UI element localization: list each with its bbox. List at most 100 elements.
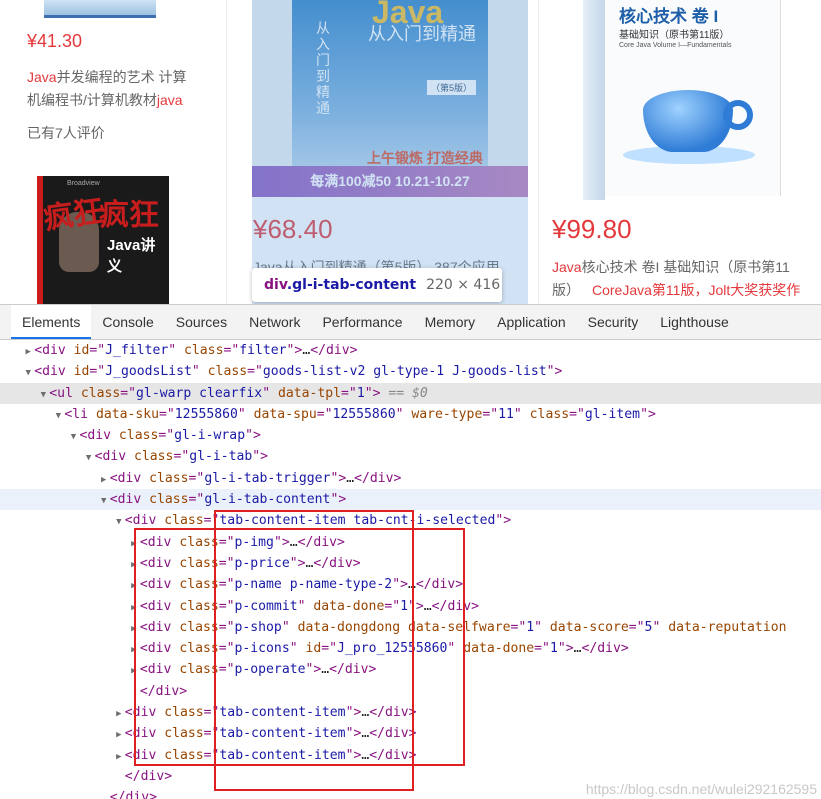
dom-node-row[interactable]: ▶ <div class="p-price">…</div> xyxy=(0,553,821,574)
dom-node-row[interactable]: ▶ <div class="p-operate">…</div> xyxy=(0,659,821,680)
collapsed-arrow-icon[interactable]: ▶ xyxy=(113,747,125,768)
tag-token: " xyxy=(262,385,278,401)
tab-lighthouse[interactable]: Lighthouse xyxy=(649,305,740,339)
dom-node-row[interactable]: ▼ <div id="J_goodsList" class="goods-list… xyxy=(0,361,821,382)
tag-token: =" xyxy=(120,385,137,401)
attr-name: id xyxy=(73,364,90,380)
attr-name: class xyxy=(164,747,204,763)
product-image[interactable]: Java 从入门到精通 从入门到精通 （第5版） 上午锻炼 打造经典 每满100… xyxy=(252,0,528,197)
product-price: ¥99.80 xyxy=(552,214,632,244)
dom-node-row[interactable]: ▼ <li data-sku="12555860" data-spu="12555… xyxy=(0,404,821,425)
comment-count-link[interactable]: 已有7人评价 xyxy=(27,123,105,143)
tab-application[interactable]: Application xyxy=(486,305,577,339)
collapsed-arrow-icon[interactable]: ▶ xyxy=(128,640,140,661)
dom-node-row[interactable]: ▶ <div class="p-img">…</div> xyxy=(0,532,821,553)
dom-node-row[interactable]: ▶ <div class="tab-content-item">…</div> xyxy=(0,702,821,723)
dom-node-row[interactable]: ▼ <div class="gl-i-tab-content"> xyxy=(0,489,821,512)
expanded-arrow-icon[interactable]: ▼ xyxy=(68,427,80,448)
dom-node-row[interactable]: ▶ <div class="p-shop" data-dongdong data-… xyxy=(0,617,821,638)
tag-token: "> xyxy=(495,513,512,529)
attr-name: class xyxy=(529,406,570,422)
tag-token: =" xyxy=(158,428,175,444)
dom-node-row[interactable]: ▶ <div class="gl-i-tab-trigger">…</div> xyxy=(0,468,821,489)
collapsed-arrow-icon[interactable]: ▶ xyxy=(128,661,140,682)
tab-memory[interactable]: Memory xyxy=(414,305,487,339)
dom-node-row[interactable]: </div> xyxy=(0,681,821,702)
attr-value: 1 xyxy=(549,641,558,657)
attr-name: class xyxy=(207,364,248,380)
dom-node-row[interactable]: ▶ <div class="p-icons" id="J_pro_12555860… xyxy=(0,638,821,659)
product-name-text: 版） xyxy=(552,282,580,298)
product-grid: ¥41.30 Java并发编程的艺术 计算 机编程书/计算机教材java 已有7… xyxy=(0,0,821,304)
tab-elements[interactable]: Elements xyxy=(11,305,92,339)
collapsed-arrow-icon[interactable]: ▶ xyxy=(22,342,34,363)
expanded-arrow-icon[interactable]: ▼ xyxy=(37,385,49,406)
tag-token: <div xyxy=(109,470,150,486)
cover-edition: （第5版） xyxy=(427,80,477,95)
expanded-arrow-icon[interactable]: ▼ xyxy=(113,512,125,533)
attr-value: gl-i-wrap xyxy=(174,428,246,444)
attr-name: class xyxy=(164,513,204,529)
attr-name: data-done xyxy=(463,641,535,657)
tag-token: "> xyxy=(330,470,347,486)
tag-token: </div> xyxy=(329,662,377,678)
expanded-arrow-icon[interactable]: ▼ xyxy=(98,491,110,512)
collapsed-arrow-icon[interactable]: ▶ xyxy=(128,534,140,555)
tab-security[interactable]: Security xyxy=(577,305,650,339)
attr-name: class xyxy=(149,470,189,486)
tab-performance[interactable]: Performance xyxy=(311,305,413,339)
dom-node-row[interactable]: ▼ <ul class="gl-warp clearfix" data-tpl="… xyxy=(0,382,821,406)
attr-value: p-operate xyxy=(234,662,306,678)
promo-banner: 每满100减50 10.21-10.27 xyxy=(252,166,528,197)
dom-node-row[interactable]: ▶ <div class="p-name p-name-type-2">…</di… xyxy=(0,574,821,595)
collapsed-arrow-icon[interactable]: ▶ xyxy=(98,470,110,491)
tag-token: "> xyxy=(289,555,306,571)
tag-token: </div> xyxy=(297,534,345,550)
collapsed-arrow-icon[interactable]: ▶ xyxy=(128,619,140,640)
collapsed-arrow-icon[interactable]: ▶ xyxy=(128,555,140,576)
tag-token: =" xyxy=(628,619,645,635)
expanded-arrow-icon[interactable]: ▼ xyxy=(22,363,34,384)
ellipsis: … xyxy=(321,662,330,678)
collapsed-arrow-icon[interactable]: ▶ xyxy=(128,576,140,597)
tooltip-class: .gl-i-tab-content xyxy=(286,277,417,293)
cover-english-title: Core Java Volume I—Fundamentals xyxy=(619,42,732,49)
collapsed-arrow-icon[interactable]: ▶ xyxy=(128,598,140,619)
tag-token: =" xyxy=(218,555,235,571)
cup-handle xyxy=(723,100,753,130)
ellipsis: … xyxy=(573,641,582,657)
attr-name: id xyxy=(73,343,90,358)
collapsed-arrow-icon[interactable]: ▶ xyxy=(113,704,125,725)
tag-token: "> xyxy=(245,428,261,444)
tag-token xyxy=(400,620,408,635)
dom-node-row[interactable]: ▼ <div class="gl-i-tab"> xyxy=(0,446,821,467)
attr-name: data-sku xyxy=(95,406,160,422)
expanded-arrow-icon[interactable]: ▼ xyxy=(52,406,64,427)
tag-token: <div xyxy=(124,747,165,763)
product-name-link[interactable]: Java核心技术 卷I 基础知识（原书第11 版） CoreJava第11版，Jo… xyxy=(552,256,820,302)
product-image[interactable]: Broadview 疯狂 疯狂 Java讲义 xyxy=(37,176,169,304)
tag-token: " xyxy=(297,598,314,614)
tab-sources[interactable]: Sources xyxy=(165,305,238,339)
dom-node-row[interactable]: ▶ <div id="J_filter" class="filter">…</di… xyxy=(0,340,821,361)
tag-token: </div> xyxy=(124,768,173,784)
tag-token: =" xyxy=(247,364,263,380)
tab-console[interactable]: Console xyxy=(91,305,164,339)
attr-name: data-done xyxy=(313,598,385,614)
expanded-arrow-icon[interactable]: ▼ xyxy=(83,448,95,469)
tag-token: <div xyxy=(79,428,119,444)
dom-node-row[interactable]: ▶ <div class="tab-content-item">…</div> xyxy=(0,745,821,766)
dom-node-row[interactable]: ▶ <div class="tab-content-item">…</div> xyxy=(0,723,821,744)
attr-name: data-reputation xyxy=(668,619,787,635)
product-name-link[interactable]: Java并发编程的艺术 计算 机编程书/计算机教材java xyxy=(27,66,217,112)
tab-network[interactable]: Network xyxy=(238,305,311,339)
dom-node-row[interactable]: ▼ <div class="gl-i-wrap"> xyxy=(0,425,821,446)
product-image[interactable]: 核心技术 卷 I 基础知识（原书第11版） Core Java Volume I… xyxy=(583,0,783,200)
collapsed-arrow-icon[interactable]: ▶ xyxy=(113,725,125,746)
attr-value: p-img xyxy=(234,534,274,550)
dom-node-row[interactable]: ▶ <div class="p-commit" data-done="1">…</… xyxy=(0,596,821,617)
tag-token: </div> xyxy=(415,577,464,593)
dom-node-row[interactable]: ▼ <div class="tab-content-item tab-cnt-i-… xyxy=(0,510,821,531)
product-image[interactable] xyxy=(44,0,156,18)
attr-name: data-tpl xyxy=(277,385,342,401)
